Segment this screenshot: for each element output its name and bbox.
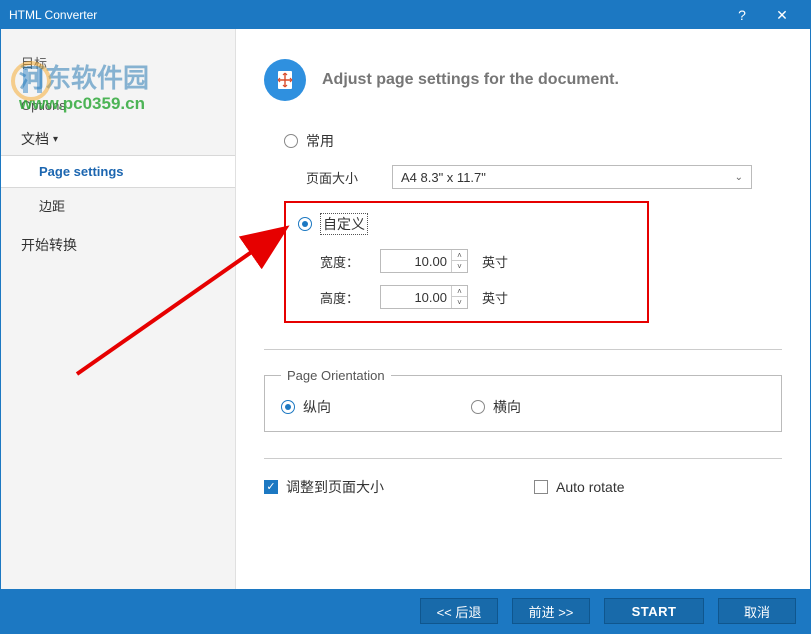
sidebar-options: Options <box>1 92 235 119</box>
radio-custom-label: 自定义 <box>320 213 368 235</box>
radio-common-label: 常用 <box>306 131 334 151</box>
radio-portrait[interactable]: 纵向 <box>281 397 331 417</box>
checkbox-fit-to-page[interactable]: ✓ 调整到页面大小 <box>264 477 384 497</box>
spinner-down-icon[interactable]: ˅ <box>452 261 467 272</box>
app-window: HTML Converter ? ✕ 河东软件园 www.pc0359.cn 目… <box>0 0 811 634</box>
height-value: 10.00 <box>381 290 451 305</box>
next-button[interactable]: 前进 >> <box>512 598 590 624</box>
radio-landscape[interactable]: 横向 <box>471 397 521 417</box>
sidebar-item-page-settings[interactable]: Page settings <box>1 155 235 188</box>
sidebar-start-convert[interactable]: 开始转换 <box>1 223 235 267</box>
cancel-button[interactable]: 取消 <box>718 598 796 624</box>
spinner-up-icon[interactable]: ˄ <box>452 250 467 261</box>
spinner-up-icon[interactable]: ˄ <box>452 286 467 297</box>
custom-size-group: 自定义 宽度： 10.00 ˄˅ 英寸 高度： 10.00 <box>284 201 649 323</box>
orientation-group: Page Orientation 纵向 横向 <box>264 368 782 432</box>
radio-common-indicator <box>284 134 298 148</box>
sidebar-doc-section[interactable]: 文档 ▾ <box>1 119 235 155</box>
sidebar-doc-label: 文档 <box>21 129 49 149</box>
height-unit: 英寸 <box>482 288 508 307</box>
divider <box>264 349 782 350</box>
main-panel: Adjust page settings for the document. 常… <box>236 29 810 589</box>
height-label: 高度： <box>320 288 380 307</box>
width-input[interactable]: 10.00 ˄˅ <box>380 249 468 273</box>
radio-portrait-label: 纵向 <box>303 397 331 417</box>
height-input[interactable]: 10.00 ˄˅ <box>380 285 468 309</box>
radio-portrait-indicator <box>281 400 295 414</box>
titlebar: HTML Converter ? ✕ <box>1 1 810 29</box>
checkbox-fit-indicator: ✓ <box>264 480 278 494</box>
back-button[interactable]: << 后退 <box>420 598 498 624</box>
sidebar-item-margins[interactable]: 边距 <box>1 188 235 223</box>
chevron-down-icon: ⌄ <box>735 172 743 183</box>
width-value: 10.00 <box>381 254 451 269</box>
close-button[interactable]: ✕ <box>762 7 802 24</box>
checkbox-auto-rotate[interactable]: Auto rotate <box>534 479 625 495</box>
footer: << 后退 前进 >> START 取消 <box>1 589 810 633</box>
width-label: 宽度： <box>320 252 380 271</box>
checkbox-fit-label: 调整到页面大小 <box>286 477 384 497</box>
pagesize-label: 页面大小 <box>306 168 392 187</box>
page-settings-icon <box>264 59 306 101</box>
pagesize-select[interactable]: A4 8.3" x 11.7" ⌄ <box>392 165 752 189</box>
radio-custom-indicator <box>298 217 312 231</box>
start-button[interactable]: START <box>604 598 704 624</box>
orientation-legend: Page Orientation <box>281 368 391 383</box>
checkbox-autorotate-label: Auto rotate <box>556 479 625 495</box>
help-button[interactable]: ? <box>722 7 762 23</box>
page-heading: Adjust page settings for the document. <box>264 59 782 101</box>
checkbox-autorotate-indicator <box>534 480 548 494</box>
radio-common[interactable]: 常用 <box>284 131 782 151</box>
sidebar: 目标 Options 文档 ▾ Page settings 边距 开始转换 <box>1 29 236 589</box>
checkbox-row: ✓ 调整到页面大小 Auto rotate <box>264 477 782 497</box>
radio-custom[interactable]: 自定义 <box>298 213 635 235</box>
chevron-down-icon: ▾ <box>53 134 58 145</box>
radio-landscape-indicator <box>471 400 485 414</box>
window-title: HTML Converter <box>9 8 722 22</box>
width-unit: 英寸 <box>482 252 508 271</box>
heading-text: Adjust page settings for the document. <box>322 71 619 89</box>
body: 河东软件园 www.pc0359.cn 目标 Options 文档 ▾ Page… <box>1 29 810 589</box>
radio-landscape-label: 横向 <box>493 397 521 417</box>
sidebar-target[interactable]: 目标 <box>1 47 235 78</box>
pagesize-value: A4 8.3" x 11.7" <box>401 170 486 185</box>
divider <box>264 458 782 459</box>
spinner-down-icon[interactable]: ˅ <box>452 297 467 308</box>
